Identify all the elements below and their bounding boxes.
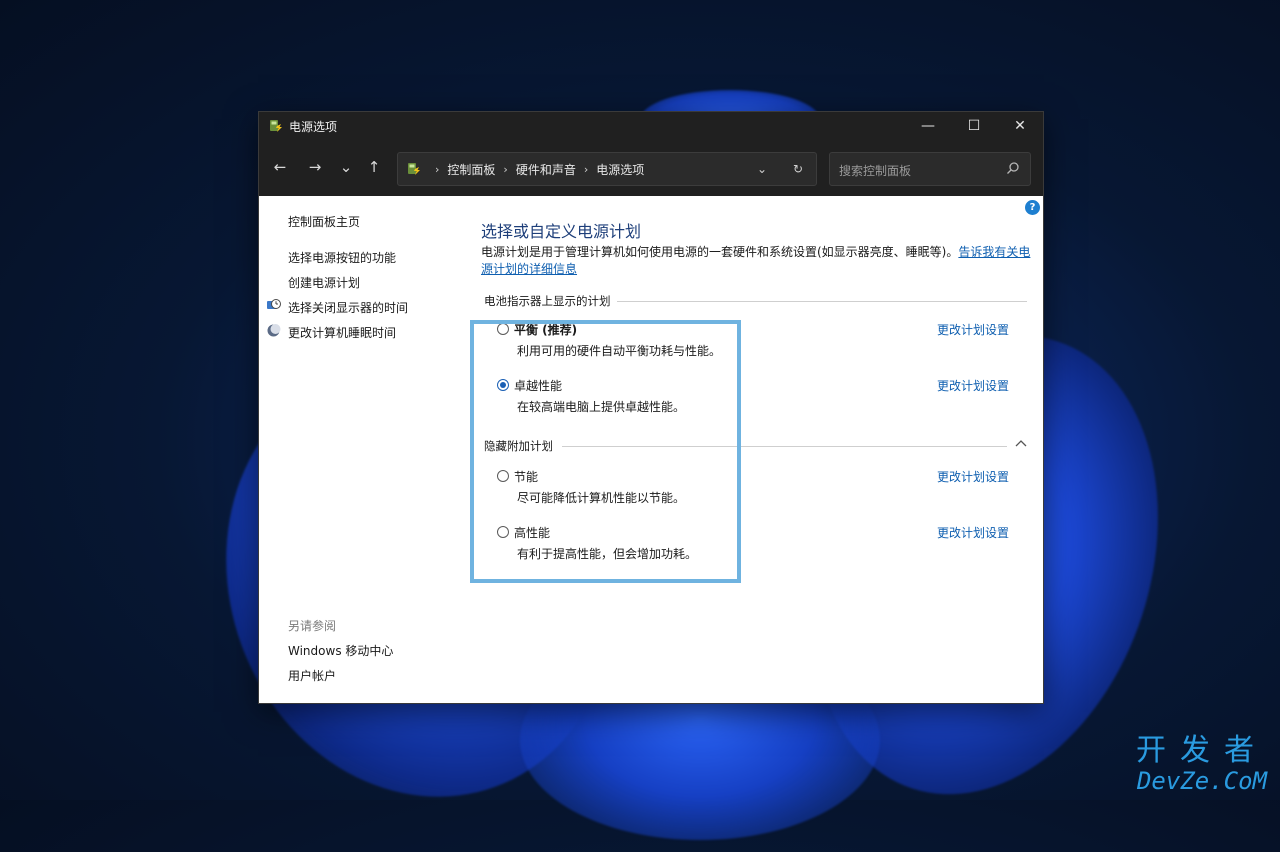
moon-icon [267, 324, 281, 337]
monitor-clock-icon [267, 299, 281, 309]
up-button[interactable]: ↑ [363, 156, 385, 178]
control-panel-home-link[interactable]: 控制面板主页 [288, 213, 360, 230]
highlight-box [470, 320, 741, 583]
battery-plans-heading: 电池指示器上显示的计划 [484, 293, 617, 309]
page-description: 电源计划是用于管理计算机如何使用电源的一套硬件和系统设置(如显示器亮度、睡眠等)… [481, 244, 1033, 278]
power-options-window: 电源选项 — ☐ ✕ ← → ⌄ ↑ › 控制面板 › 硬件和声音 › 电源选项… [258, 111, 1044, 704]
title-bar: 电源选项 — ☐ ✕ [259, 112, 1043, 140]
close-button[interactable]: ✕ [997, 112, 1043, 140]
change-plan-settings-link[interactable]: 更改计划设置 [937, 377, 1009, 394]
breadcrumb-separator[interactable]: › [503, 163, 507, 176]
power-button-function-link[interactable]: 选择电源按钮的功能 [288, 249, 396, 266]
change-plan-settings-link[interactable]: 更改计划设置 [937, 321, 1009, 338]
see-also-heading: 另请参阅 [288, 619, 337, 633]
create-power-plan-link[interactable]: 创建电源计划 [288, 274, 360, 291]
address-bar[interactable]: › 控制面板 › 硬件和声音 › 电源选项 ⌄ ↻ [397, 152, 817, 186]
search-icon[interactable] [1006, 161, 1020, 175]
refresh-button[interactable]: ↻ [780, 162, 816, 176]
section-divider [609, 301, 1027, 302]
forward-button[interactable]: → [304, 156, 326, 178]
search-input[interactable]: 搜索控制面板 [829, 152, 1031, 186]
breadcrumb-power-options[interactable]: 电源选项 [596, 161, 644, 178]
windows-mobility-center-link[interactable]: Windows 移动中心 [288, 642, 393, 659]
change-plan-settings-link[interactable]: 更改计划设置 [937, 524, 1009, 541]
maximize-button[interactable]: ☐ [951, 112, 997, 140]
content-area: ? 控制面板主页 选择电源按钮的功能 创建电源计划 选择关闭显示器的时间 更改计… [259, 196, 1043, 703]
power-options-icon [270, 120, 282, 132]
breadcrumb-separator[interactable]: › [584, 163, 588, 176]
watermark-line1: 开发者 [1136, 733, 1268, 768]
address-dropdown-button[interactable]: ⌄ [744, 162, 780, 176]
breadcrumb-hardware-sound[interactable]: 硬件和声音 [516, 161, 576, 178]
breadcrumb-control-panel[interactable]: 控制面板 [447, 161, 495, 178]
back-button[interactable]: ← [269, 156, 291, 178]
description-text: 电源计划是用于管理计算机如何使用电源的一套硬件和系统设置(如显示器亮度、睡眠等)… [481, 245, 959, 259]
sleep-time-link[interactable]: 更改计算机睡眠时间 [288, 324, 396, 341]
search-placeholder: 搜索控制面板 [839, 164, 912, 178]
breadcrumb-separator: › [435, 162, 440, 176]
user-accounts-link[interactable]: 用户帐户 [288, 667, 336, 684]
recent-locations-button[interactable]: ⌄ [335, 156, 357, 178]
power-options-icon [408, 163, 420, 175]
navigation-bar: ← → ⌄ ↑ › 控制面板 › 硬件和声音 › 电源选项 ⌄ ↻ 搜索控制面板 [259, 140, 1043, 196]
change-plan-settings-link[interactable]: 更改计划设置 [937, 468, 1009, 485]
window-title: 电源选项 [289, 119, 338, 134]
help-icon[interactable]: ? [1025, 200, 1040, 215]
minimize-button[interactable]: — [905, 112, 951, 140]
watermark: 开发者 DevZe.CoM [1136, 733, 1268, 795]
page-title: 选择或自定义电源计划 [481, 222, 642, 241]
display-off-time-link[interactable]: 选择关闭显示器的时间 [288, 299, 408, 316]
chevron-up-icon[interactable] [1015, 438, 1027, 448]
watermark-line2: DevZe.CoM [1136, 767, 1268, 795]
